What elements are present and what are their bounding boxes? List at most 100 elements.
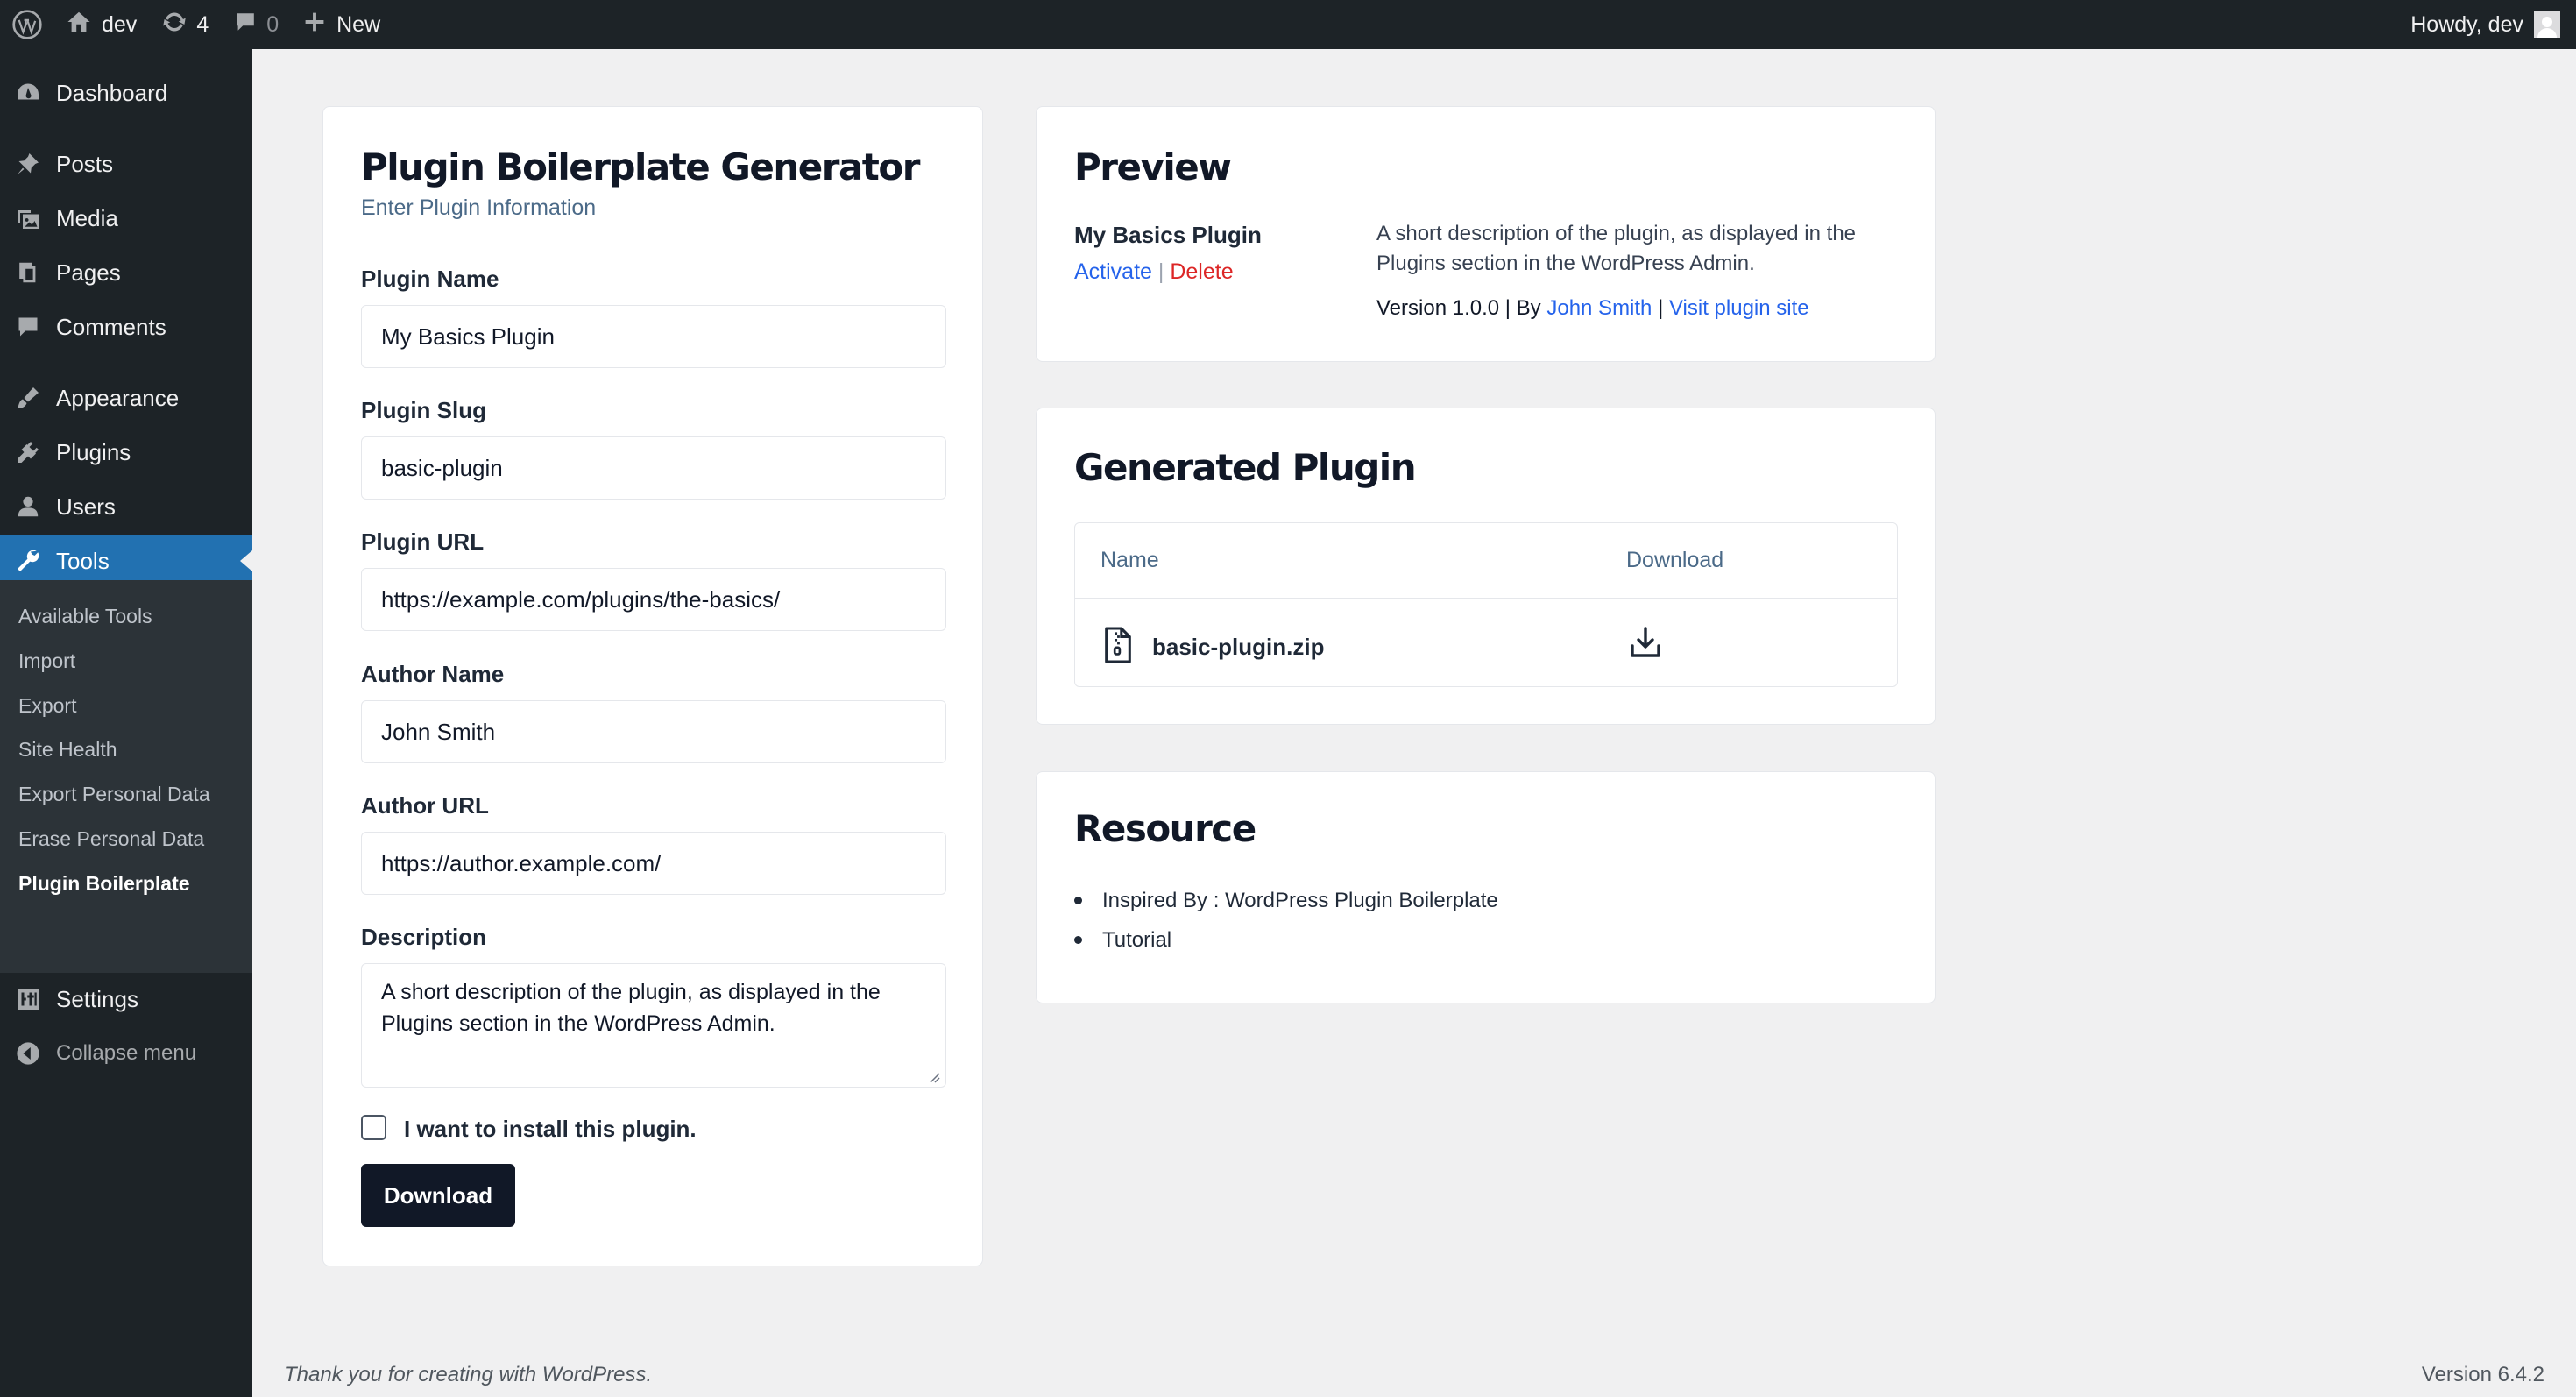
submenu-available-tools[interactable]: Available Tools [18,605,152,628]
comment-icon [233,10,258,40]
wrench-icon [0,548,56,574]
sidebar-item-plugins[interactable]: Plugins [0,426,252,479]
site-name-link[interactable]: dev [54,0,149,49]
author-link[interactable]: John Smith [1546,296,1652,320]
user-icon [0,493,56,520]
submenu-erase-personal-data[interactable]: Erase Personal Data [18,827,204,851]
resource-list: Inspired By : WordPress Plugin Boilerpla… [1074,881,1498,960]
sidebar-item-users[interactable]: Users [0,480,252,533]
preview-meta: Version 1.0.0 | By John Smith | Visit pl… [1376,296,1809,321]
admin-bar: dev 4 0 New Howdy, dev [0,0,2576,49]
sidebar-item-tools[interactable]: Tools [0,535,252,587]
sidebar-item-pages[interactable]: Pages [0,246,252,299]
home-icon [67,10,91,40]
table-header: Name Download [1075,523,1897,599]
resize-handle-icon[interactable] [926,1069,940,1083]
preview-plugin-name: My Basics Plugin [1074,222,1262,248]
form-subtitle: Enter Plugin Information [361,195,597,220]
submenu-export[interactable]: Export [18,694,76,718]
updates-icon [161,9,188,41]
page-title: Plugin Boilerplate Generator [361,145,920,188]
pin-icon [0,151,56,177]
submenu-plugin-boilerplate[interactable]: Plugin Boilerplate [18,872,190,896]
plus-icon [303,11,326,39]
sidebar-item-settings[interactable]: Settings [0,973,252,1025]
plugin-slug-label: Plugin Slug [361,397,486,423]
file-name: basic-plugin.zip [1152,634,1325,660]
install-checkbox-label[interactable]: I want to install this plugin. [404,1116,697,1143]
submenu-import[interactable]: Import [18,649,75,673]
zip-file-icon [1101,627,1135,668]
submenu-export-personal-data[interactable]: Export Personal Data [18,783,210,806]
sidebar-item-label: Tools [56,547,110,574]
download-button[interactable]: Download [361,1164,515,1227]
preview-title: Preview [1074,145,1232,188]
preview-description: A short description of the plugin, as di… [1376,222,1857,275]
author-name-input[interactable] [361,700,946,763]
howdy-text: Howdy, dev [2410,11,2523,37]
new-label: New [336,11,381,37]
wordpress-logo-icon[interactable] [0,0,54,49]
author-url-input[interactable] [361,832,946,895]
pages-icon [0,259,56,286]
generated-files-table: Name Download basic-plugin.zip [1074,522,1898,687]
author-url-label: Author URL [361,792,489,819]
comments-count: 0 [266,11,280,37]
sidebar-item-posts[interactable]: Posts [0,138,252,190]
sidebar-item-appearance[interactable]: Appearance [0,372,252,424]
download-icon[interactable] [1628,625,1663,664]
plugin-name-input[interactable] [361,305,946,368]
admin-sidebar: Dashboard Posts Media Pages Comments App… [0,49,252,1397]
action-separator: | [1157,259,1164,284]
plugin-slug-input[interactable] [361,436,946,500]
sidebar-item-label: Appearance [56,384,180,411]
media-icon [0,205,56,231]
delete-link[interactable]: Delete [1170,259,1233,284]
collapse-icon [0,1041,56,1066]
preview-card: Preview My Basics Plugin Activate | Dele… [1036,106,1936,362]
collapse-menu-label: Collapse menu [56,1041,197,1065]
tools-submenu: Available Tools Import Export Site Healt… [0,580,252,973]
updates-count: 4 [196,11,209,37]
sidebar-item-label: Pages [56,259,121,286]
list-item[interactable]: Inspired By : WordPress Plugin Boilerpla… [1074,881,1498,920]
meta-separator: | [1652,296,1669,320]
sidebar-item-comments[interactable]: Comments [0,301,252,353]
dashboard-icon [0,80,56,106]
sidebar-item-media[interactable]: Media [0,192,252,245]
preview-row-actions: Activate | Delete [1074,259,1234,285]
sidebar-item-label: Media [56,204,118,231]
plugin-url-input[interactable] [361,568,946,631]
plugin-url-label: Plugin URL [361,528,485,555]
resource-card: Resource Inspired By : WordPress Plugin … [1036,771,1936,1003]
comments-link[interactable]: 0 [221,0,291,49]
submenu-site-health[interactable]: Site Health [18,738,117,762]
sliders-icon [0,986,56,1012]
footer-version: Version 6.4.2 [2421,1363,2544,1386]
table-row: basic-plugin.zip [1101,627,1324,668]
sidebar-item-label: Users [56,493,116,520]
sidebar-item-label: Settings [56,985,138,1012]
my-account-link[interactable]: Howdy, dev [2398,0,2576,49]
activate-link[interactable]: Activate [1074,259,1152,284]
sidebar-item-label: Plugins [56,438,131,465]
plug-icon [0,439,56,465]
comment-icon [0,314,56,340]
description-textarea[interactable]: A short description of the plugin, as di… [361,963,946,1088]
column-header-name: Name [1100,548,1159,572]
description-label: Description [361,924,487,950]
resource-title: Resource [1074,807,1256,850]
collapse-menu-button[interactable]: Collapse menu [0,1027,252,1080]
sidebar-item-label: Dashboard [56,79,168,106]
version-text: Version 1.0.0 | By [1376,296,1547,320]
sidebar-item-label: Comments [56,313,166,340]
avatar [2534,11,2560,38]
new-content-link[interactable]: New [291,0,393,49]
updates-link[interactable]: 4 [149,0,221,49]
visit-plugin-site-link[interactable]: Visit plugin site [1669,296,1809,320]
generated-plugin-card: Generated Plugin Name Download basic-plu… [1036,408,1936,725]
sidebar-item-dashboard[interactable]: Dashboard [0,67,252,119]
list-item[interactable]: Tutorial [1074,920,1498,960]
footer-thanks: Thank you for creating with WordPress. [284,1363,653,1386]
install-checkbox[interactable] [361,1115,386,1140]
